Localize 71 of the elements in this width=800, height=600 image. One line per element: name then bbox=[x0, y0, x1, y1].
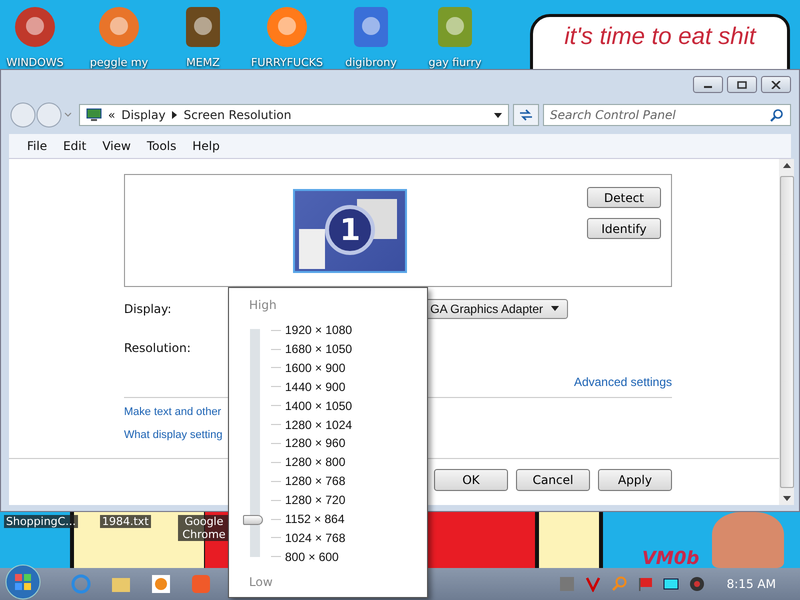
media-player-icon[interactable] bbox=[150, 573, 172, 595]
start-button[interactable] bbox=[4, 563, 42, 600]
resolution-option[interactable]: 1280 × 720 bbox=[285, 493, 346, 508]
magnifier-icon[interactable] bbox=[610, 576, 627, 592]
refresh-button[interactable] bbox=[513, 104, 539, 126]
refresh-icon bbox=[518, 108, 534, 122]
dropdown-arrow-icon bbox=[551, 306, 559, 311]
scroll-up-icon[interactable] bbox=[782, 163, 790, 168]
slider-thumb[interactable] bbox=[243, 514, 263, 525]
close-button[interactable] bbox=[761, 76, 791, 93]
resolution-option[interactable]: 1400 × 1050 bbox=[285, 398, 352, 413]
minimize-button[interactable] bbox=[693, 76, 723, 93]
vertical-scrollbar[interactable] bbox=[779, 159, 794, 505]
clock[interactable]: 8:15 AM bbox=[726, 577, 776, 591]
monitor-icon bbox=[86, 108, 102, 122]
monitor-number: 1 bbox=[325, 205, 375, 255]
close-icon bbox=[771, 80, 781, 88]
menu-item[interactable]: View bbox=[102, 139, 131, 153]
panel-button[interactable]: Detect bbox=[587, 187, 661, 208]
dialog-button[interactable]: OK bbox=[434, 469, 508, 491]
help-link[interactable]: Make text and other bbox=[124, 406, 222, 418]
resolution-option[interactable]: 1920 × 1080 bbox=[285, 323, 352, 338]
screen-icon[interactable] bbox=[662, 576, 679, 592]
desktop-icon-label[interactable]: Google Chrome bbox=[178, 515, 230, 541]
resolution-option[interactable]: 800 × 600 bbox=[285, 550, 339, 564]
resolution-option[interactable]: 1440 × 900 bbox=[285, 380, 346, 394]
speaker-icon[interactable] bbox=[688, 576, 705, 592]
monitor-tile[interactable]: 1 bbox=[293, 189, 407, 273]
chevron-right-icon bbox=[172, 111, 178, 119]
dropdown-arrow-icon[interactable] bbox=[494, 112, 502, 118]
meme-text: it's time to eat shit bbox=[564, 23, 756, 52]
resolution-option[interactable]: 1280 × 800 bbox=[285, 455, 346, 470]
scroll-down-icon[interactable] bbox=[782, 496, 790, 501]
flag-icon[interactable] bbox=[636, 576, 653, 592]
low-label: Low bbox=[249, 574, 273, 589]
letter-v-icon[interactable] bbox=[584, 576, 601, 592]
maximize-icon bbox=[737, 80, 747, 88]
help-link[interactable]: What display setting bbox=[124, 429, 222, 441]
desktop-icon-label[interactable]: 1984.txt bbox=[100, 515, 151, 528]
high-label: High bbox=[249, 298, 277, 312]
menu-item[interactable]: Edit bbox=[63, 139, 86, 153]
breadcrumb-chevrons[interactable]: « bbox=[108, 108, 116, 122]
resolution-option[interactable]: 1600 × 900 bbox=[285, 360, 346, 375]
search-icon[interactable] bbox=[770, 109, 783, 122]
wallpaper-text: VM0b bbox=[642, 548, 700, 569]
dialog-button[interactable]: Cancel bbox=[516, 469, 590, 491]
resolution-option[interactable]: 1280 × 960 bbox=[285, 436, 346, 450]
advanced-settings-link[interactable]: Advanced settings bbox=[574, 375, 672, 389]
app-icon[interactable] bbox=[190, 573, 212, 595]
resolution-option[interactable]: 1280 × 1024 bbox=[285, 418, 352, 432]
maximize-button[interactable] bbox=[727, 76, 757, 93]
panel-button[interactable]: Identify bbox=[587, 218, 661, 239]
tray-icon[interactable] bbox=[558, 576, 575, 592]
search-field[interactable]: Search Control Panel bbox=[543, 104, 791, 126]
photo-placeholder bbox=[712, 512, 784, 568]
display-label: Display: bbox=[124, 302, 172, 316]
resolution-option[interactable]: 1680 × 1050 bbox=[285, 342, 352, 356]
resolution-option[interactable]: 1152 × 864 bbox=[285, 512, 345, 526]
menu-item[interactable]: Help bbox=[192, 139, 220, 153]
window-thumbnail bbox=[299, 229, 325, 269]
resolution-label: Resolution: bbox=[124, 340, 191, 354]
resolution-option[interactable]: 1280 × 768 bbox=[285, 474, 346, 488]
menu-item[interactable]: Tools bbox=[146, 139, 176, 153]
address-bar[interactable]: « Display Screen Resolution bbox=[79, 104, 509, 126]
menu-item[interactable]: File bbox=[27, 139, 48, 153]
breadcrumb-item[interactable]: Screen Resolution bbox=[184, 108, 292, 122]
dialog-button[interactable]: Apply bbox=[598, 469, 672, 491]
resolution-slider[interactable] bbox=[243, 328, 265, 557]
resolution-option[interactable]: 1024 × 768 bbox=[285, 530, 346, 545]
desktop-icon-label[interactable]: ShoppingC... bbox=[4, 515, 78, 528]
breadcrumb-item[interactable]: Display bbox=[121, 108, 166, 122]
